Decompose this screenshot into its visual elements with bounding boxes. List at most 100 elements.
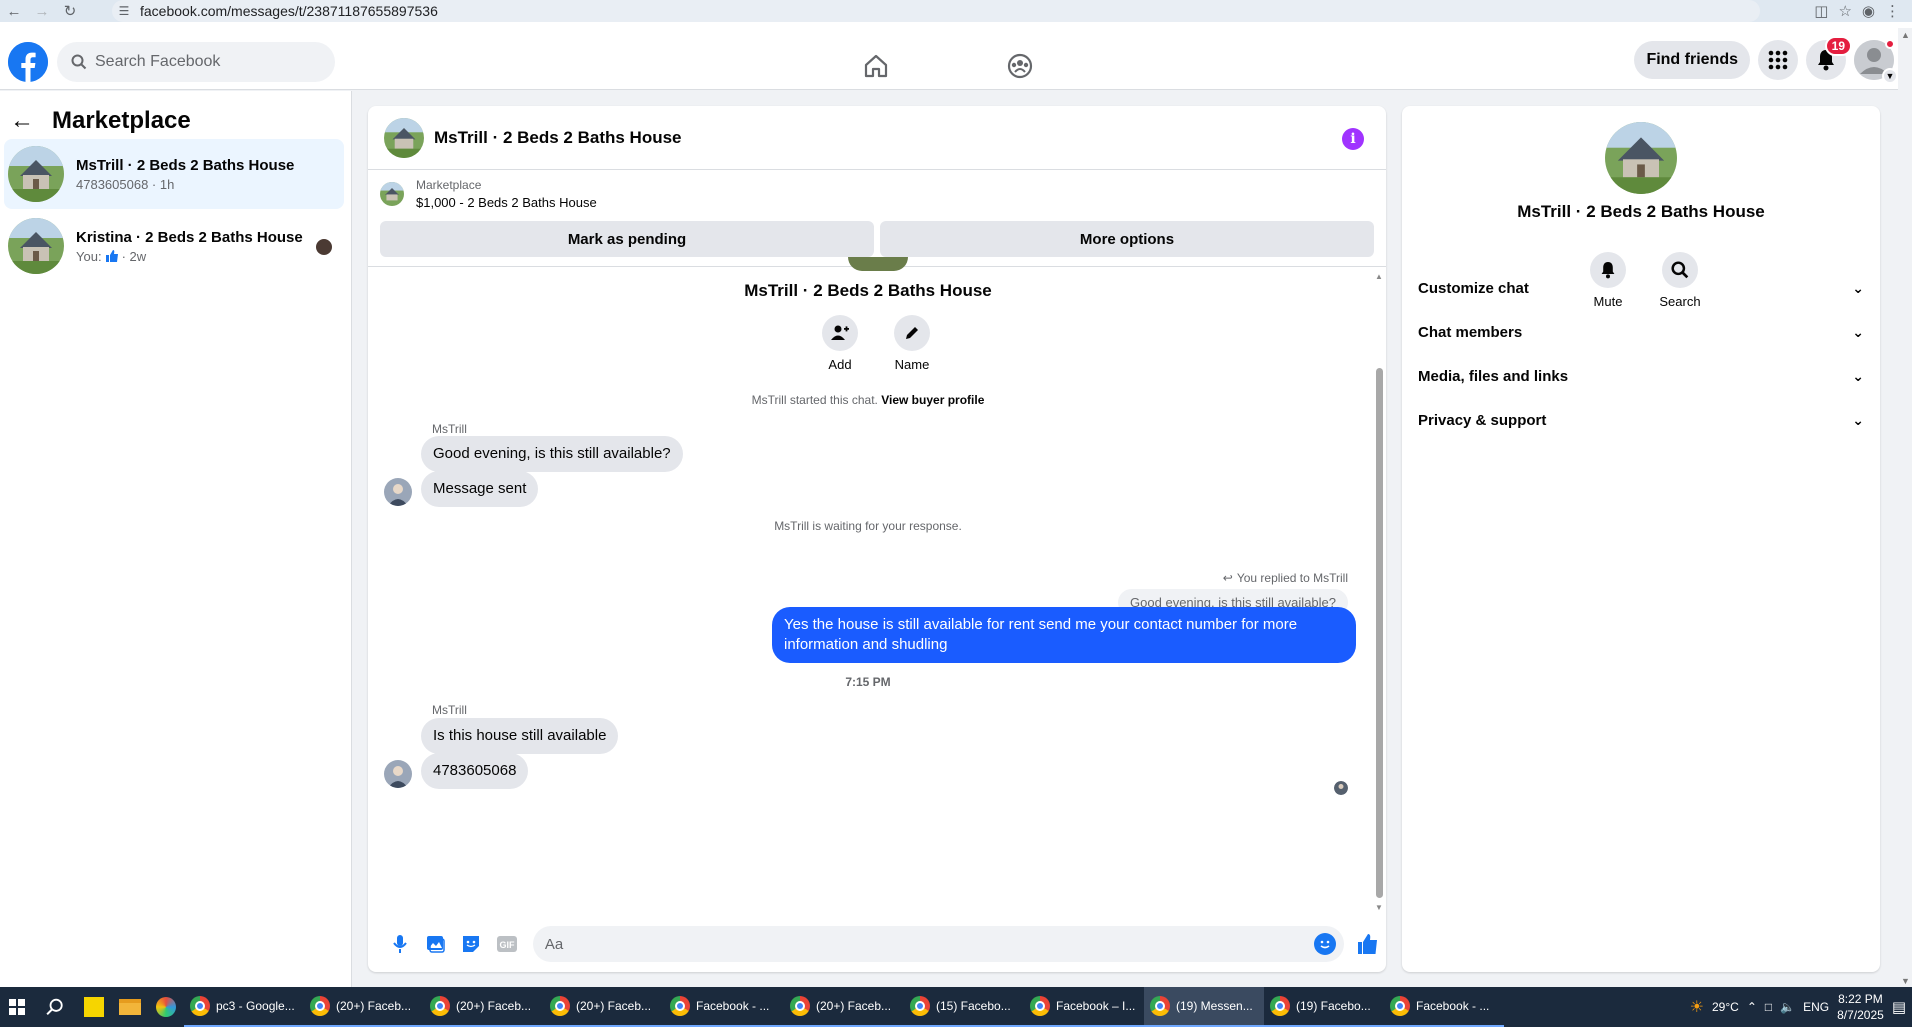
- network-icon[interactable]: □: [1765, 1000, 1772, 1014]
- chat-title[interactable]: MsTrill · 2 Beds 2 Baths House: [434, 128, 682, 148]
- add-people-button[interactable]: Add: [816, 315, 864, 372]
- emoji-icon[interactable]: [1314, 933, 1337, 955]
- customize-chat-section[interactable]: Customize chat ⌄: [1418, 268, 1864, 308]
- find-friends-button[interactable]: Find friends: [1634, 41, 1750, 79]
- chevron-down-icon[interactable]: ▼: [1882, 68, 1898, 84]
- scroll-down-icon[interactable]: ▼: [1901, 976, 1910, 986]
- forward-arrow-icon[interactable]: →: [28, 0, 56, 22]
- scroll-thumb[interactable]: [1376, 368, 1383, 898]
- incoming-message[interactable]: Is this house still available: [421, 718, 619, 754]
- file-explorer-icon[interactable]: [112, 987, 148, 1027]
- chat-members-section[interactable]: Chat members ⌄: [1418, 312, 1864, 352]
- message-input[interactable]: [544, 935, 1305, 953]
- message-composer: GIF: [368, 916, 1386, 972]
- chrome-icon: [790, 996, 810, 1016]
- taskbar-chrome-tab[interactable]: Facebook – I...: [1024, 987, 1144, 1027]
- taskbar-chrome-tab[interactable]: (15) Facebo...: [904, 987, 1024, 1027]
- facebook-logo-icon[interactable]: [8, 42, 48, 82]
- chat-avatar[interactable]: [384, 117, 424, 158]
- photo-icon[interactable]: [418, 926, 454, 962]
- like-send-icon[interactable]: [1350, 926, 1386, 962]
- chevron-down-icon: ⌄: [1852, 323, 1864, 340]
- message-input-box[interactable]: [532, 926, 1345, 962]
- clock-date: 8/7/2025: [1837, 1008, 1884, 1022]
- scroll-up-icon[interactable]: ▲: [1901, 30, 1910, 40]
- listing-banner[interactable]: Marketplace $1,000 - 2 Beds 2 Baths Hous…: [380, 178, 597, 210]
- incoming-message[interactable]: Message sent: [421, 471, 539, 507]
- address-bar[interactable]: ☰ facebook.com/messages/t/23871187655897…: [112, 0, 1760, 22]
- read-receipt-avatar: [316, 239, 332, 255]
- gif-icon[interactable]: GIF: [489, 926, 525, 962]
- preview-prefix: You:: [76, 248, 102, 264]
- install-app-icon[interactable]: ◫: [1814, 2, 1828, 20]
- media-files-links-section[interactable]: Media, files and links ⌄: [1418, 356, 1864, 396]
- site-info-icon[interactable]: ☰: [112, 4, 136, 18]
- seen-avatar: [1334, 781, 1348, 795]
- back-arrow-icon[interactable]: ←: [10, 107, 38, 135]
- language-indicator[interactable]: ENG: [1803, 1000, 1829, 1014]
- taskbar-chrome-tab[interactable]: (20+) Faceb...: [544, 987, 664, 1027]
- tray-chevron-up-icon[interactable]: ⌃: [1747, 1000, 1757, 1014]
- chrome-icon: [190, 996, 210, 1016]
- windows-start-icon[interactable]: [0, 987, 34, 1027]
- outgoing-message[interactable]: Yes the house is still available for ren…: [772, 607, 1356, 663]
- taskbar-chrome-tab[interactable]: (20+) Faceb...: [784, 987, 904, 1027]
- notifications-bell-icon[interactable]: 19: [1806, 36, 1852, 80]
- taskbar-chrome-tab[interactable]: (20+) Faceb...: [424, 987, 544, 1027]
- weather-temp[interactable]: 29°C: [1712, 1000, 1739, 1014]
- search-input[interactable]: [95, 53, 295, 71]
- house-thumbnail: [8, 146, 64, 202]
- tab-label: Facebook - ...: [1416, 999, 1490, 1013]
- menu-grid-icon[interactable]: [1758, 40, 1798, 80]
- microphone-icon[interactable]: [382, 926, 418, 962]
- mark-as-pending-button[interactable]: Mark as pending: [380, 221, 874, 257]
- action-center-icon[interactable]: ▤: [1892, 998, 1906, 1016]
- taskbar-chrome-tab[interactable]: Facebook - ...: [664, 987, 784, 1027]
- chat-scrollbar[interactable]: ▲ ▼: [1374, 272, 1384, 912]
- weather-icon[interactable]: ☀: [1690, 997, 1704, 1017]
- tab-label: Facebook - ...: [696, 999, 770, 1013]
- search-box[interactable]: [57, 42, 335, 82]
- clock[interactable]: 8:22 PM 8/7/2025: [1837, 991, 1884, 1023]
- profile-avatar[interactable]: ▼: [1854, 39, 1898, 84]
- taskbar-search-icon[interactable]: [34, 998, 76, 1016]
- chat-header: MsTrill · 2 Beds 2 Baths House i: [368, 106, 1386, 170]
- home-icon[interactable]: [860, 50, 892, 82]
- tab-label: (15) Facebo...: [936, 999, 1011, 1013]
- volume-icon[interactable]: 🔈: [1780, 1000, 1795, 1014]
- menu-icon[interactable]: ⋮: [1885, 2, 1900, 20]
- windows-taskbar: pc3 - Google... (20+) Faceb... (20+) Fac…: [0, 987, 1912, 1027]
- scroll-up-icon[interactable]: ▲: [1375, 272, 1383, 281]
- page-scrollbar[interactable]: ▲ ▼: [1898, 28, 1912, 988]
- conversation-item[interactable]: Kristina · 2 Beds 2 Baths House You: · 2…: [4, 211, 344, 281]
- taskbar-chrome-tab[interactable]: (19) Facebo...: [1264, 987, 1384, 1027]
- sticky-notes-icon[interactable]: [76, 987, 112, 1027]
- scroll-down-icon[interactable]: ▼: [1375, 903, 1383, 912]
- reply-arrow-icon: ↩: [1222, 571, 1233, 585]
- preview-suffix: · 2w: [121, 248, 147, 264]
- account-icon[interactable]: ◉: [1862, 2, 1875, 20]
- name-chat-button[interactable]: Name: [888, 315, 936, 372]
- more-options-button[interactable]: More options: [880, 221, 1374, 257]
- groups-icon[interactable]: [1004, 50, 1036, 82]
- taskbar-chrome-tab[interactable]: (19) Messen...: [1144, 987, 1264, 1027]
- taskbar-chrome-tab[interactable]: Facebook - ...: [1384, 987, 1504, 1027]
- tab-label: (20+) Faceb...: [336, 999, 412, 1013]
- paint-app-icon[interactable]: [148, 987, 184, 1027]
- sender-avatar[interactable]: [384, 478, 412, 506]
- sticker-icon[interactable]: [453, 926, 489, 962]
- taskbar-chrome-tab[interactable]: pc3 - Google...: [184, 987, 304, 1027]
- back-arrow-icon[interactable]: ←: [0, 0, 28, 22]
- incoming-message[interactable]: 4783605068: [421, 753, 529, 789]
- taskbar-chrome-tab[interactable]: (20+) Faceb...: [304, 987, 424, 1027]
- bookmark-star-icon[interactable]: ☆: [1838, 2, 1851, 20]
- info-icon[interactable]: i: [1342, 128, 1364, 150]
- privacy-support-section[interactable]: Privacy & support ⌄: [1418, 400, 1864, 440]
- view-buyer-profile-link[interactable]: View buyer profile: [881, 393, 984, 407]
- reload-icon[interactable]: ↻: [56, 0, 84, 22]
- conversation-item[interactable]: MsTrill · 2 Beds 2 Baths House 478360506…: [4, 139, 344, 209]
- section-label: Customize chat: [1418, 279, 1529, 297]
- sender-avatar[interactable]: [384, 760, 412, 788]
- incoming-message[interactable]: Good evening, is this still available?: [421, 436, 683, 472]
- details-avatar[interactable]: [1605, 122, 1677, 194]
